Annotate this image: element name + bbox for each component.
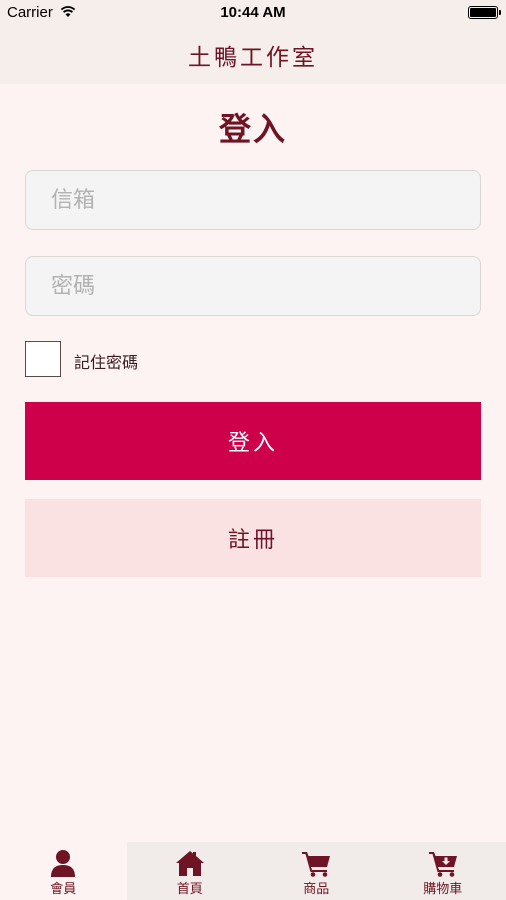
- email-field[interactable]: [25, 170, 481, 230]
- navigation-bar: 土鴨工作室: [0, 26, 506, 84]
- register-button[interactable]: 註冊: [25, 499, 481, 577]
- tab-bar: 會員 首頁 商品 購物車: [0, 842, 506, 900]
- tab-member[interactable]: 會員: [0, 842, 127, 900]
- login-button[interactable]: 登入: [25, 402, 481, 480]
- remember-password-checkbox[interactable]: [25, 341, 61, 377]
- tab-products[interactable]: 商品: [253, 842, 380, 900]
- login-button-label: 登入: [227, 431, 278, 456]
- cart-download-icon: [428, 852, 457, 877]
- tab-shopping-cart[interactable]: 購物車: [380, 842, 506, 900]
- user-icon: [51, 850, 76, 877]
- remember-password-label: 記住密碼: [74, 353, 139, 372]
- clock: 10:44 AM: [220, 4, 286, 21]
- tab-label: 購物車: [423, 882, 463, 897]
- home-icon: [175, 851, 204, 876]
- app-title: 土鴨工作室: [188, 45, 318, 71]
- battery-icon: [468, 6, 501, 19]
- tab-label: 會員: [50, 882, 77, 897]
- register-button-label: 註冊: [227, 528, 278, 553]
- tab-home[interactable]: 首頁: [127, 842, 254, 900]
- password-field[interactable]: [25, 256, 481, 316]
- cart-icon: [302, 852, 331, 877]
- status-bar: Carrier 10:44 AM: [0, 0, 506, 26]
- page-title: 登入: [218, 110, 287, 148]
- tab-label: 商品: [303, 882, 330, 897]
- tab-label: 首頁: [176, 882, 203, 897]
